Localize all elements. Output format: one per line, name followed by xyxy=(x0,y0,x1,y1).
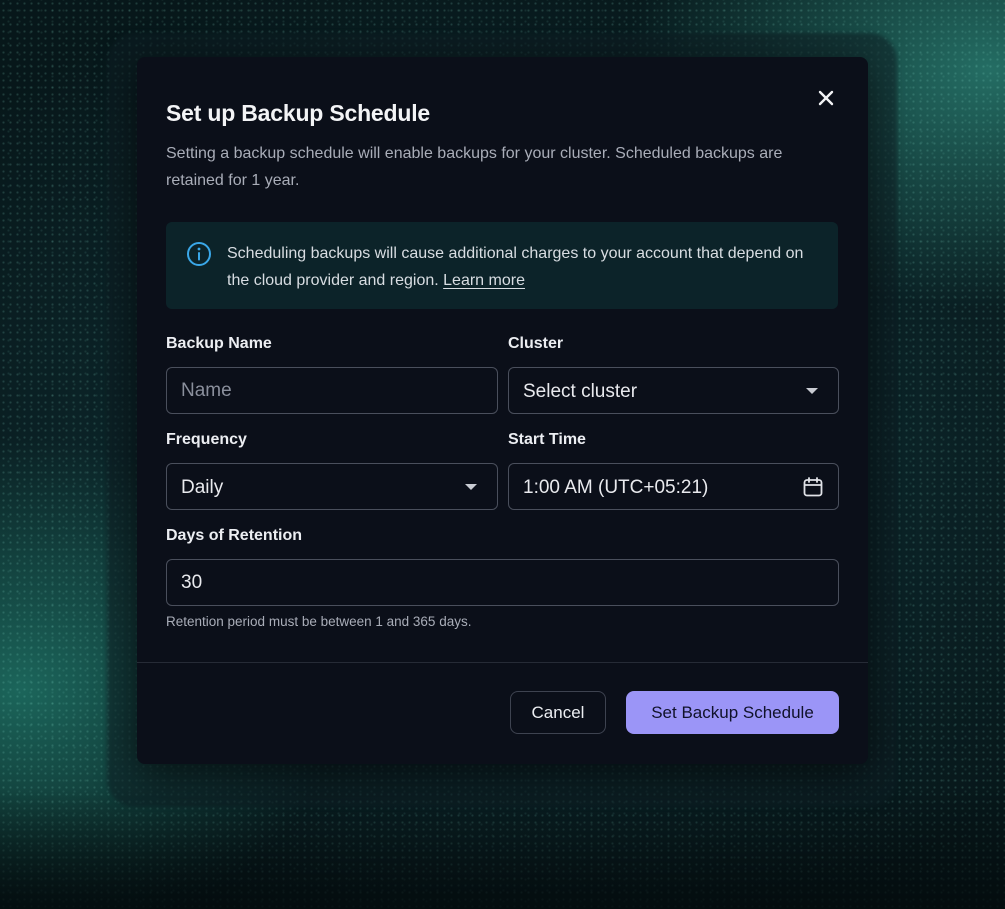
info-circle-icon xyxy=(187,242,211,266)
calendar-icon[interactable] xyxy=(802,476,824,498)
frequency-label: Frequency xyxy=(166,431,247,448)
cluster-selected-value: Select cluster xyxy=(523,381,638,402)
backup-name-label: Backup Name xyxy=(166,335,272,352)
retention-input[interactable] xyxy=(167,560,838,605)
start-time-label: Start Time xyxy=(508,431,586,448)
start-time-value: 1:00 AM (UTC+05:21) xyxy=(523,477,709,498)
learn-more-link[interactable]: Learn more xyxy=(443,272,525,289)
cancel-button[interactable]: Cancel xyxy=(510,691,606,734)
retention-label: Days of Retention xyxy=(166,527,303,544)
start-time-picker[interactable]: 1:00 AM (UTC+05:21) xyxy=(508,463,839,510)
backup-name-field[interactable] xyxy=(166,367,498,414)
chevron-down-icon xyxy=(465,484,477,490)
chevron-down-icon xyxy=(806,388,818,394)
set-backup-schedule-button[interactable]: Set Backup Schedule xyxy=(626,691,839,734)
cluster-label: Cluster xyxy=(508,335,564,352)
footer-divider xyxy=(137,662,868,663)
modal-description: Setting a backup schedule will enable ba… xyxy=(166,145,783,189)
modal-title: Set up Backup Schedule xyxy=(166,100,430,126)
close-button[interactable] xyxy=(815,87,837,109)
close-icon xyxy=(818,90,834,106)
background-shade xyxy=(0,789,1005,909)
info-banner: Scheduling backups will cause additional… xyxy=(166,222,838,309)
frequency-select[interactable]: Daily xyxy=(166,463,498,510)
retention-hint: Retention period must be between 1 and 3… xyxy=(166,614,472,629)
cluster-select[interactable]: Select cluster xyxy=(508,367,839,414)
retention-field[interactable] xyxy=(166,559,839,606)
info-banner-text: Scheduling backups will cause additional… xyxy=(227,240,827,294)
frequency-selected-value: Daily xyxy=(181,477,224,498)
backup-schedule-modal: Set up Backup Schedule Setting a backup … xyxy=(137,57,868,764)
backup-name-input[interactable] xyxy=(167,368,497,413)
